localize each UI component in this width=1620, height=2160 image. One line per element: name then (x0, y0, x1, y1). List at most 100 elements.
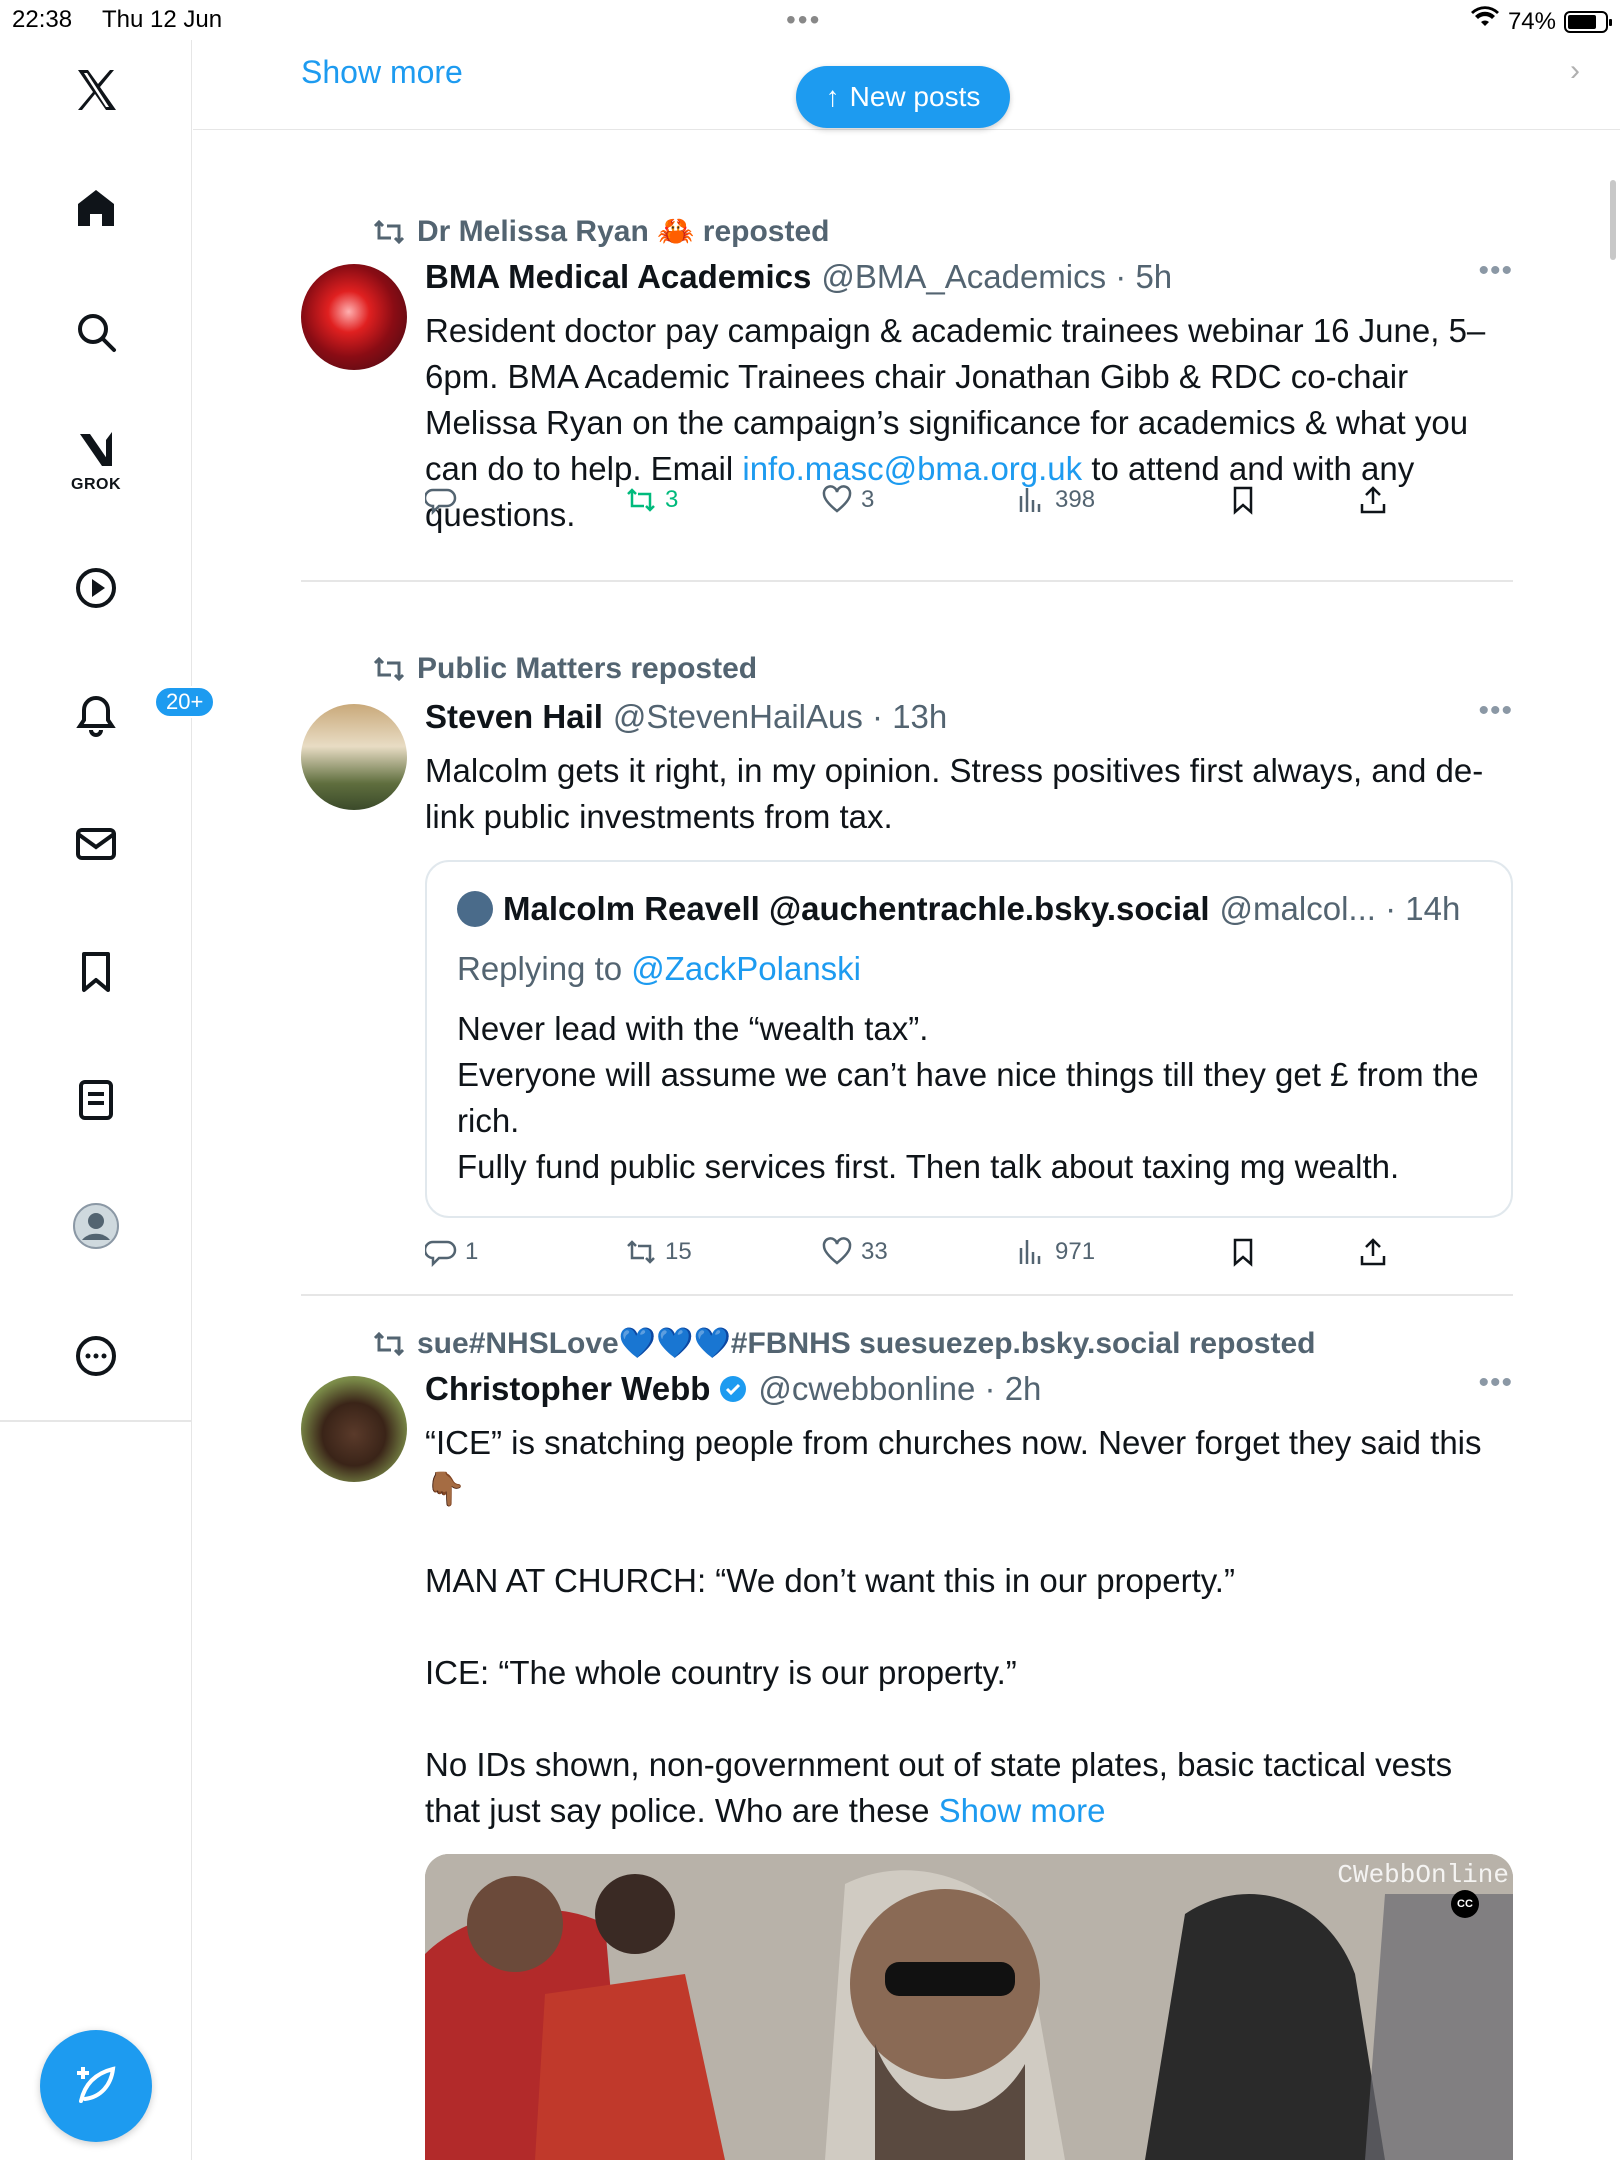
show-more-link[interactable]: Show more (301, 54, 463, 91)
quoted-tweet[interactable]: Malcolm Reavell @auchentrachle.bsky.soci… (425, 860, 1513, 1218)
repost-context: Dr Melissa Ryan 🦀 reposted (373, 214, 830, 249)
tweet-line: “ICE” is snatching people from churches … (425, 1424, 1482, 1507)
battery-percent: 74% (1507, 7, 1556, 35)
bookmark-button[interactable] (1227, 484, 1259, 516)
replying-to-link[interactable]: @ZackPolanski (631, 950, 861, 987)
tweet-actions: 1 15 33 971 (425, 1236, 1425, 1276)
play-icon[interactable] (66, 558, 126, 618)
repost-button[interactable]: 15 (625, 1236, 692, 1268)
reposter-label: Dr Melissa Ryan 🦀 reposted (417, 215, 830, 248)
heart-icon (822, 1237, 852, 1265)
share-icon (1360, 486, 1386, 514)
compose-icon (77, 2066, 116, 2103)
author-handle[interactable]: @cwebbonline · 2h (758, 1370, 1041, 1408)
views-button[interactable]: 971 (1015, 1236, 1095, 1268)
video-media[interactable]: CWebbOnline CC (425, 1854, 1513, 2160)
author-name[interactable]: Christopher Webb (425, 1370, 710, 1408)
like-button[interactable]: 33 (821, 1236, 888, 1268)
quoted-text: Never lead with the “wealth tax”. Everyo… (457, 1006, 1487, 1190)
bookmark-icon (1233, 1238, 1253, 1267)
share-button[interactable] (1357, 1236, 1389, 1268)
grok-label: GROK (71, 476, 121, 493)
replying-prefix: Replying to (457, 950, 632, 987)
author-name[interactable]: Steven Hail (425, 698, 603, 736)
avatar[interactable] (301, 264, 407, 370)
media-watermark: CWebbOnline (1337, 1860, 1509, 1890)
video-thumbnail (425, 1854, 1513, 2160)
compose-button[interactable] (40, 2030, 152, 2142)
quoted-author-name: Malcolm Reavell @auchentrachle.bsky.soci… (503, 890, 1210, 927)
bookmarks-icon[interactable] (66, 942, 126, 1002)
quoted-line: Fully fund public services first. Then t… (457, 1148, 1400, 1185)
views-button[interactable]: 398 (1015, 484, 1095, 516)
tweet-header: Christopher Webb @cwebbonline · 2h (425, 1370, 1041, 1408)
reposter-label: sue#NHSLove💙💙💙#FBNHS suesuezep.bsky.soci… (417, 1327, 1316, 1360)
reply-icon (425, 1240, 457, 1268)
new-posts-label: New posts (849, 81, 981, 112)
repost-count: 3 (665, 486, 679, 513)
view-count: 971 (1055, 1238, 1096, 1265)
tweet[interactable]: Dr Melissa Ryan 🦀 reposted BMA Medical A… (301, 130, 1513, 582)
reply-button[interactable] (425, 484, 465, 516)
reposter-label: Public Matters reposted (417, 652, 758, 685)
like-count: 33 (861, 1238, 888, 1265)
author-handle[interactable]: @BMA_Academics · 5h (821, 258, 1172, 296)
replying-to: Replying to @ZackPolanski (457, 950, 861, 988)
avatar[interactable] (301, 704, 407, 810)
tweet-line: MAN AT CHURCH: “We don’t want this in ou… (425, 1562, 1235, 1599)
home-icon[interactable] (66, 178, 126, 238)
captions-icon[interactable]: CC (1451, 1890, 1479, 1918)
messages-icon[interactable] (66, 814, 126, 874)
tweet-actions: 3 3 398 (425, 484, 1425, 524)
reply-count: 1 (465, 1238, 479, 1265)
search-icon[interactable] (66, 302, 126, 362)
share-icon (1360, 1238, 1386, 1266)
more-icon[interactable] (66, 1326, 126, 1386)
email-link[interactable]: info.masc@bma.org.uk (742, 450, 1082, 487)
new-posts-button[interactable]: ↑ New posts (796, 66, 1010, 128)
like-button[interactable]: 3 (821, 484, 874, 516)
show-more-link[interactable]: Show more (939, 1792, 1106, 1829)
heart-icon (822, 485, 852, 513)
views-icon (1019, 1240, 1041, 1264)
battery-icon (1564, 10, 1612, 33)
arrow-up-icon: ↑ (825, 81, 840, 112)
more-options-icon[interactable]: ••• (1478, 694, 1513, 728)
profile-icon[interactable] (66, 1196, 126, 1256)
multitask-dots-icon[interactable]: ••• (786, 4, 821, 36)
repost-context: Public Matters reposted (373, 652, 757, 686)
status-date: Thu 12 Jun (102, 6, 223, 33)
captions-label: CC (1457, 1898, 1473, 1910)
like-count: 3 (861, 486, 875, 513)
tweet-header: Steven Hail @StevenHailAus · 13h (425, 698, 947, 736)
grok-icon[interactable] (66, 420, 126, 480)
reply-icon (425, 488, 457, 516)
tweet-header: BMA Medical Academics @BMA_Academics · 5… (425, 258, 1172, 296)
repost-icon (373, 656, 405, 682)
verified-badge-icon (718, 1374, 748, 1404)
quoted-author-handle: @malcol... · 14h (1219, 890, 1461, 927)
chevron-right-icon[interactable]: › (1570, 54, 1580, 88)
more-options-icon[interactable]: ••• (1478, 1366, 1513, 1400)
bookmark-button[interactable] (1227, 1236, 1259, 1268)
tweet[interactable]: Public Matters reposted Steven Hail @Ste… (301, 582, 1513, 1296)
repost-icon (627, 488, 655, 512)
sidebar-divider (0, 1420, 192, 1422)
more-options-icon[interactable]: ••• (1478, 254, 1513, 288)
share-button[interactable] (1357, 484, 1389, 516)
tweet-text: Malcolm gets it right, in my opinion. St… (425, 752, 1484, 835)
x-logo-icon[interactable] (66, 60, 126, 120)
scrollbar[interactable] (1610, 180, 1616, 260)
notifications-icon[interactable]: 20+ (66, 686, 216, 746)
author-name[interactable]: BMA Medical Academics (425, 258, 811, 296)
timeline-top: Show more ↑ New posts › (193, 40, 1620, 130)
repost-button[interactable]: 3 (625, 484, 678, 516)
reply-button[interactable]: 1 (425, 1236, 478, 1268)
repost-icon (373, 219, 405, 244)
sidebar: GROK 20+ (0, 40, 216, 2160)
avatar[interactable] (301, 1376, 407, 1482)
tweet[interactable]: sue#NHSLove💙💙💙#FBNHS suesuezep.bsky.soci… (301, 1296, 1513, 2160)
status-bar: 22:38 Thu 12 Jun ••• 74% (0, 0, 1620, 40)
author-handle[interactable]: @StevenHailAus · 13h (613, 698, 947, 736)
lists-icon[interactable] (66, 1070, 126, 1130)
